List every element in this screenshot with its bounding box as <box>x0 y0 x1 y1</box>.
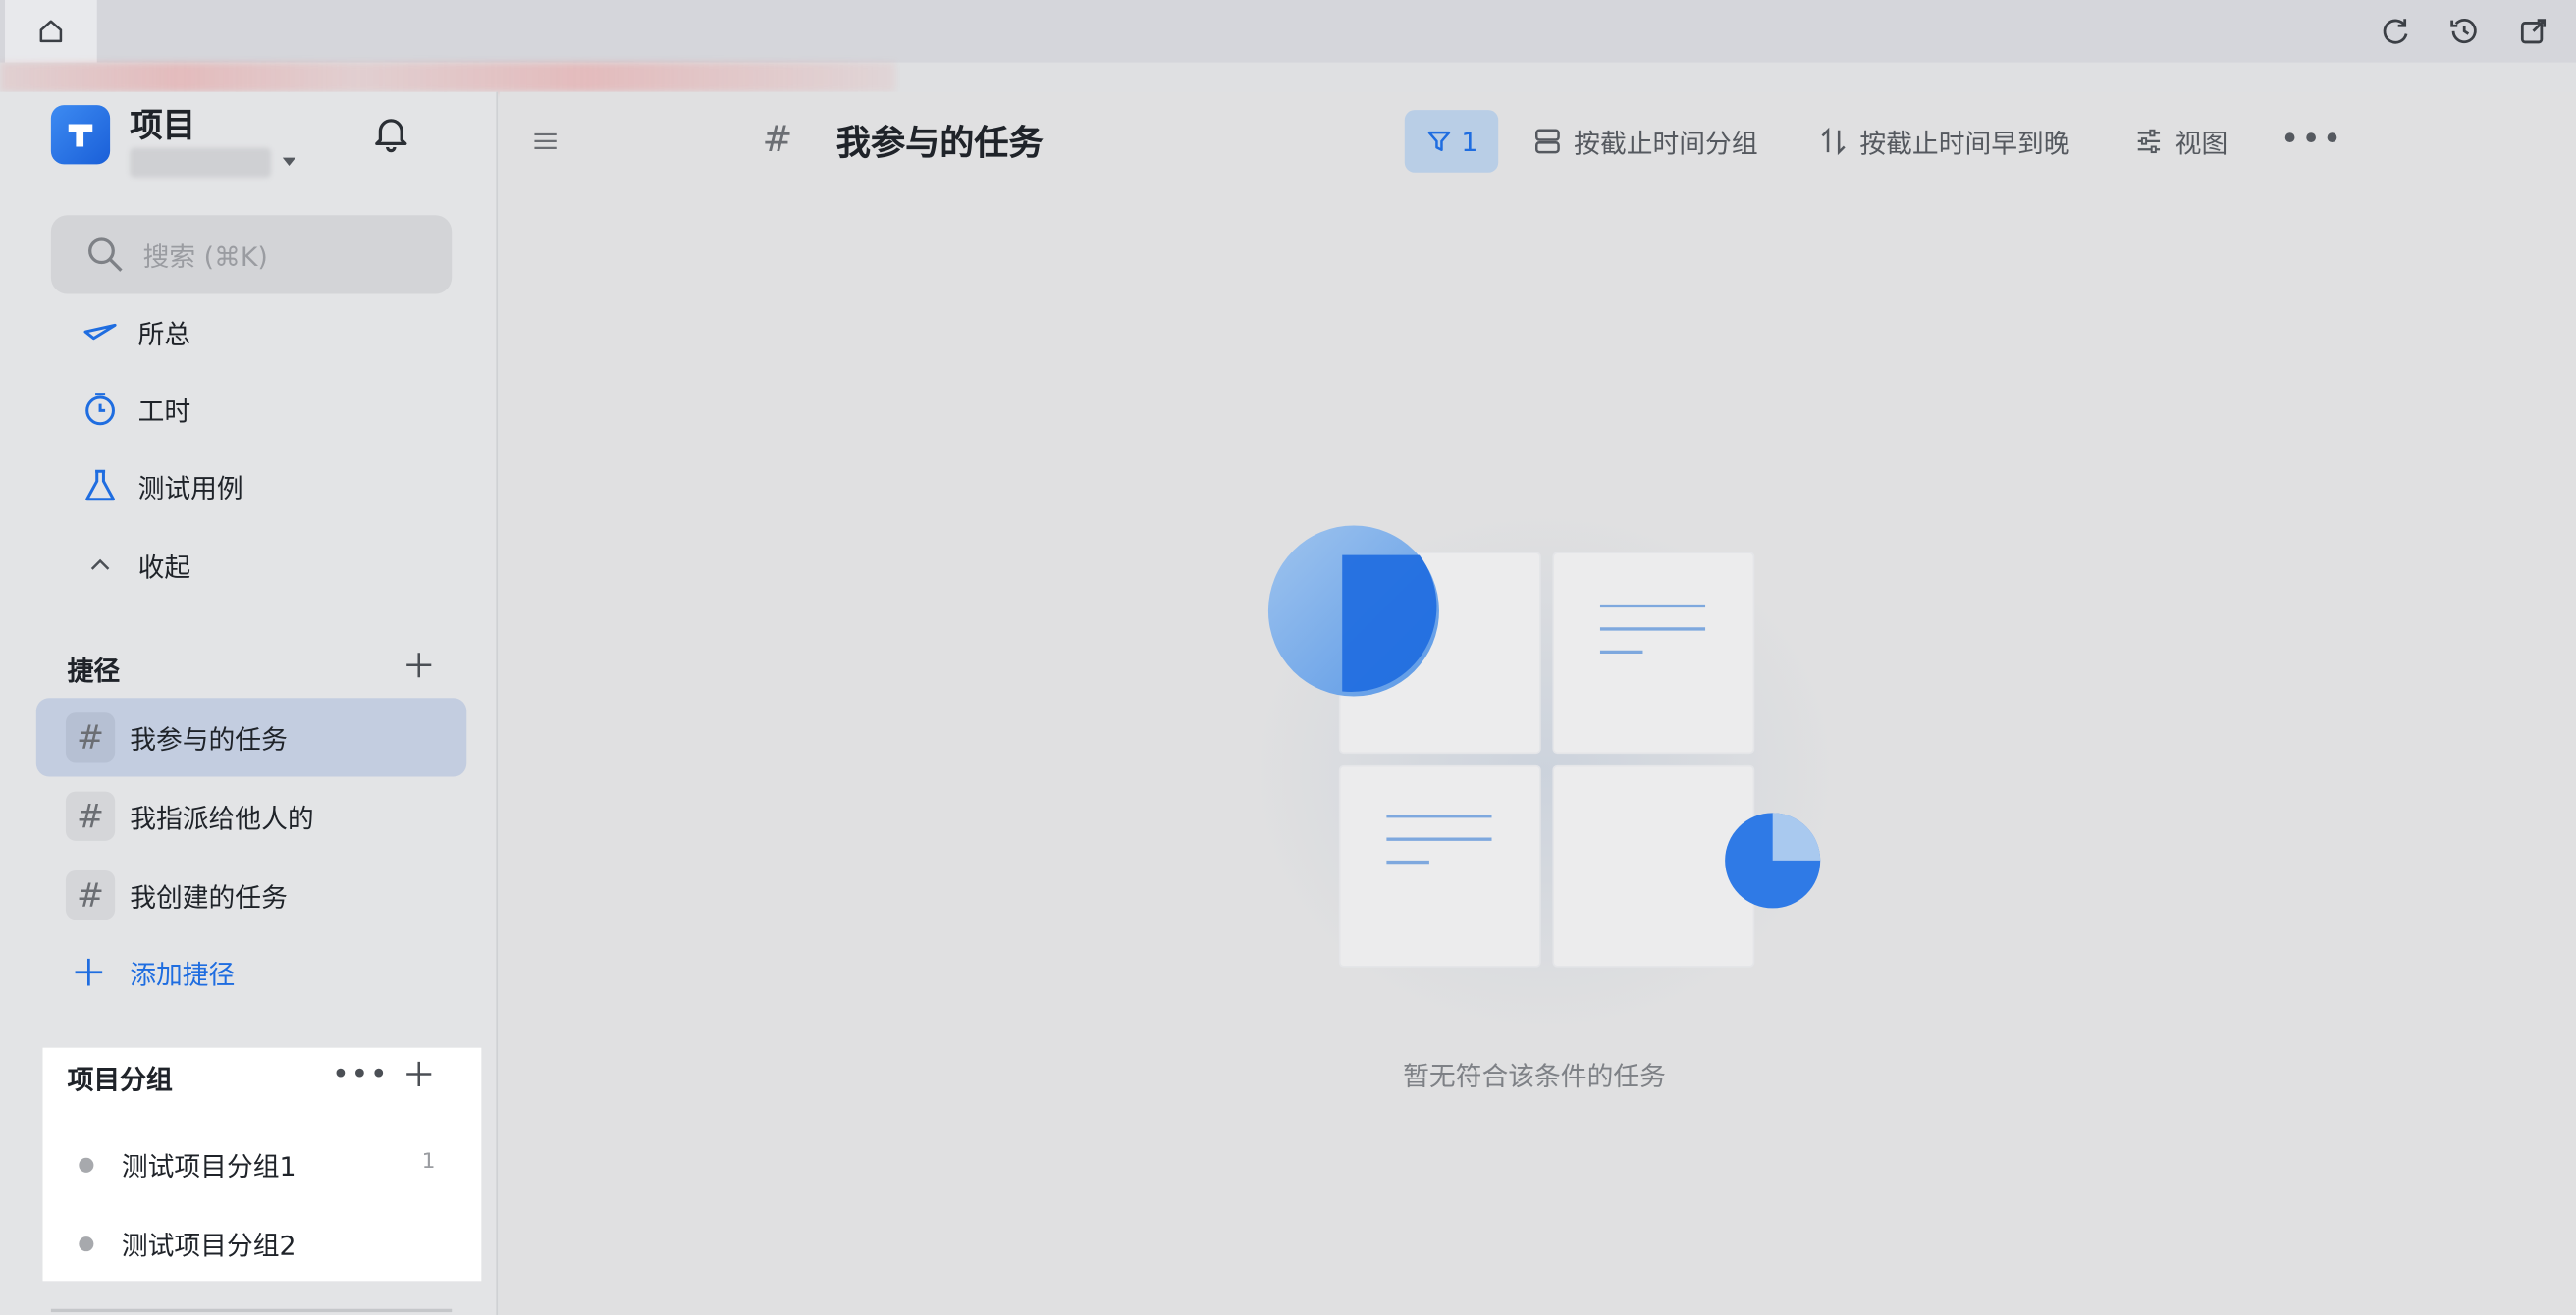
shortcut-label: 我参与的任务 <box>130 723 288 756</box>
project-groups-title: 项目分组 <box>67 1064 173 1096</box>
project-group-item[interactable]: 测试项目分组1 <box>79 1144 296 1184</box>
shortcut-assigned-by-me[interactable]: # 我指派给他人的 <box>36 777 466 856</box>
nav-item-worktime[interactable]: 工时 <box>79 383 190 436</box>
title-hash-icon: # <box>762 120 793 161</box>
more-icon[interactable]: ••• <box>332 1058 389 1092</box>
refresh-icon[interactable] <box>2376 12 2415 51</box>
shortcut-label: 我创建的任务 <box>130 881 288 914</box>
more-icon[interactable]: ••• <box>2281 118 2343 157</box>
nav-item-test-cases[interactable]: 测试用例 <box>79 460 243 513</box>
sort-button[interactable]: 按截止时间早到晚 <box>1817 118 2070 164</box>
home-icon <box>39 20 63 43</box>
nav-item-summary[interactable]: 所总 <box>79 305 190 358</box>
app-title: 项目 <box>130 105 196 145</box>
view-label: 视图 <box>2174 128 2228 160</box>
group-count: 1 <box>421 1149 436 1175</box>
shortcut-my-participated[interactable]: # 我参与的任务 <box>35 698 467 777</box>
page-title: 我参与的任务 <box>835 123 1044 163</box>
pie-quarter-icon <box>1725 813 1821 909</box>
group-by-label: 按截止时间分组 <box>1574 128 1758 160</box>
search-input[interactable]: 搜索 (⌘K) <box>50 215 453 294</box>
sort-label: 按截止时间早到晚 <box>1859 128 2070 160</box>
hash-icon: # <box>65 869 116 920</box>
empty-illustration <box>1215 476 1872 1035</box>
group-label: 测试项目分组1 <box>121 1151 296 1183</box>
hash-icon: # <box>65 712 116 763</box>
bell-icon[interactable] <box>370 112 413 155</box>
hash-icon: # <box>65 791 116 841</box>
group-by-button[interactable]: 按截止时间分组 <box>1531 118 1758 164</box>
nav-item-label: 收起 <box>137 552 191 584</box>
workspace-name[interactable] <box>130 147 272 178</box>
add-group-plus-icon[interactable] <box>402 1058 435 1090</box>
sidebar-divider <box>50 1308 453 1313</box>
collapse-button[interactable]: 收起 <box>79 539 190 592</box>
nav-item-label: 所总 <box>137 318 191 350</box>
search-icon <box>88 237 123 272</box>
project-group-item[interactable]: 测试项目分组2 <box>79 1224 296 1263</box>
menu-icon[interactable] <box>529 125 562 157</box>
history-icon[interactable] <box>2444 12 2484 51</box>
app-logo <box>50 105 111 165</box>
project-groups-panel: 项目分组 ••• 测试项目分组1 1 测试项目分组2 <box>42 1047 482 1282</box>
flask-icon <box>79 465 122 508</box>
blurred-banner <box>0 62 896 92</box>
empty-state-text: 暂无符合该条件的任务 <box>1403 1061 1666 1092</box>
group-icon <box>1531 125 1564 157</box>
top-bar <box>0 0 2576 63</box>
shortcuts-title: 捷径 <box>67 655 121 687</box>
illustration-card <box>1340 766 1540 966</box>
open-external-icon[interactable] <box>2513 12 2552 51</box>
plane-icon <box>79 310 122 353</box>
filter-icon <box>1428 131 1451 151</box>
stopwatch-icon <box>79 388 122 431</box>
add-shortcut-label: 添加捷径 <box>130 959 236 991</box>
group-dot-icon <box>79 1236 94 1251</box>
filter-count: 1 <box>1461 126 1478 157</box>
nav-item-label: 工时 <box>137 395 191 428</box>
illustration-card <box>1554 552 1753 753</box>
sort-icon <box>1817 125 1850 157</box>
group-label: 测试项目分组2 <box>121 1230 296 1262</box>
view-button[interactable]: 视图 <box>2132 118 2227 164</box>
pie-half-icon <box>1267 525 1439 697</box>
plus-icon <box>75 958 103 986</box>
nav-item-label: 测试用例 <box>137 472 243 504</box>
chevron-up-icon <box>79 544 122 587</box>
shortcut-label: 我指派给他人的 <box>130 803 314 835</box>
shortcut-created-by-me[interactable]: # 我创建的任务 <box>36 856 466 934</box>
add-shortcut-button[interactable]: 添加捷径 <box>71 953 235 992</box>
sliders-icon <box>2132 125 2165 157</box>
caret-down-icon[interactable] <box>282 157 296 167</box>
search-placeholder: 搜索 (⌘K) <box>142 240 268 273</box>
filter-button[interactable]: 1 <box>1404 110 1499 173</box>
group-dot-icon <box>79 1156 94 1173</box>
add-shortcut-plus-icon[interactable] <box>402 649 435 681</box>
home-tab[interactable] <box>5 0 97 63</box>
